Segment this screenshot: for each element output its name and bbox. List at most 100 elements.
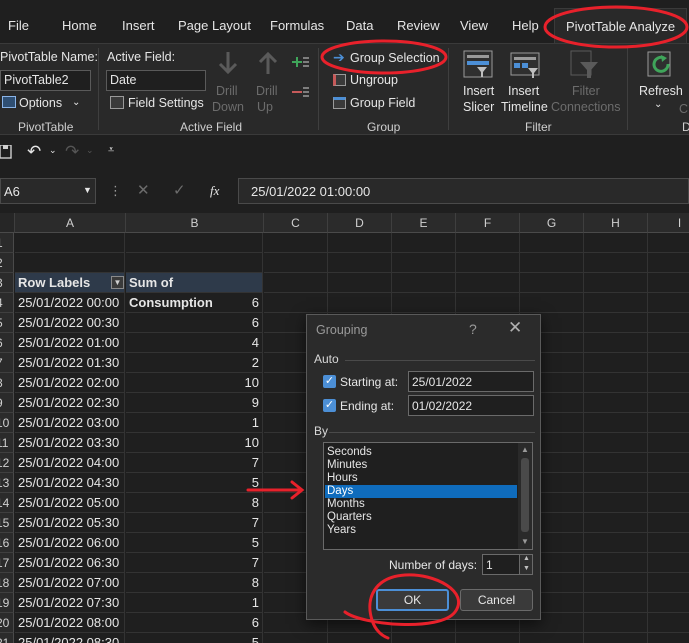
group-by-option-days[interactable]: Days: [325, 485, 517, 498]
row-header[interactable]: 1: [0, 233, 14, 253]
tab-file[interactable]: File: [8, 18, 29, 33]
pivot-row-value[interactable]: 6: [126, 313, 263, 333]
formula-input[interactable]: 25/01/2022 01:00:00: [238, 178, 689, 204]
tab-insert[interactable]: Insert: [122, 18, 155, 33]
pivot-row-value[interactable]: 8: [126, 493, 263, 513]
cell-empty[interactable]: [15, 233, 125, 253]
expand-field-icon[interactable]: [290, 54, 310, 70]
insert-timeline-label-1[interactable]: Insert: [508, 84, 539, 98]
row-header[interactable]: 7: [0, 353, 14, 373]
tab-data[interactable]: Data: [346, 18, 373, 33]
save-icon[interactable]: [0, 145, 12, 159]
row-header[interactable]: 8: [0, 373, 14, 393]
refresh-button[interactable]: Refresh: [639, 84, 683, 98]
pivot-row-label[interactable]: 25/01/2022 00:00: [15, 293, 125, 313]
row-header[interactable]: 14: [0, 493, 14, 513]
pivot-row-value[interactable]: 7: [126, 453, 263, 473]
pivot-header-sum-of-consumption[interactable]: Sum of Consumption: [126, 273, 263, 310]
collapse-field-icon[interactable]: [290, 84, 310, 100]
chevron-down-icon[interactable]: ⌄: [49, 145, 57, 156]
pivot-row-label[interactable]: 25/01/2022 06:30: [15, 553, 125, 573]
column-header-e[interactable]: E: [392, 213, 456, 233]
pivot-row-value[interactable]: 9: [126, 393, 263, 413]
spin-up-icon[interactable]: ▲: [523, 555, 530, 562]
column-header-a[interactable]: A: [15, 213, 126, 233]
chevron-down-icon[interactable]: ▼: [83, 185, 92, 195]
select-all-corner[interactable]: [0, 213, 15, 233]
active-field-input[interactable]: Date: [106, 70, 206, 91]
pivot-row-value[interactable]: 10: [126, 433, 263, 453]
row-header[interactable]: 6: [0, 333, 14, 353]
insert-function-icon[interactable]: fx: [210, 183, 219, 199]
pivot-row-value[interactable]: 4: [126, 333, 263, 353]
cancel-button[interactable]: Cancel: [460, 589, 533, 611]
tab-pivottable-analyze[interactable]: PivotTable Analyze: [554, 8, 688, 44]
pivot-row-label[interactable]: 25/01/2022 08:00: [15, 613, 125, 633]
options-button[interactable]: Options: [19, 96, 62, 110]
number-of-days-spinner[interactable]: ▲ ▼: [519, 554, 533, 575]
starting-at-checkbox[interactable]: ✓: [323, 375, 336, 388]
pivot-row-value[interactable]: 6: [126, 613, 263, 633]
pivot-row-value[interactable]: 7: [126, 553, 263, 573]
pivot-row-label[interactable]: 25/01/2022 06:00: [15, 533, 125, 553]
customize-toolbar-icon[interactable]: ⩡: [108, 144, 114, 157]
pivot-row-label[interactable]: 25/01/2022 05:00: [15, 493, 125, 513]
group-by-option-seconds[interactable]: Seconds: [325, 446, 517, 459]
group-by-option-months[interactable]: Months: [325, 498, 517, 511]
ok-button[interactable]: OK: [376, 589, 449, 611]
row-header[interactable]: 5: [0, 313, 14, 333]
column-header-f[interactable]: F: [456, 213, 520, 233]
pivot-row-value[interactable]: 6: [126, 293, 263, 313]
row-header[interactable]: 10: [0, 413, 14, 433]
column-header-b[interactable]: B: [126, 213, 264, 233]
pivot-row-value[interactable]: 7: [126, 513, 263, 533]
tab-formulas[interactable]: Formulas: [270, 18, 324, 33]
column-header-d[interactable]: D: [328, 213, 392, 233]
ungroup-button[interactable]: Ungroup: [350, 73, 398, 87]
group-by-option-years[interactable]: Years: [325, 524, 517, 537]
group-selection-button[interactable]: Group Selection: [350, 51, 440, 65]
row-header[interactable]: 9: [0, 393, 14, 413]
pivot-row-label[interactable]: 25/01/2022 02:00: [15, 373, 125, 393]
name-box[interactable]: A6: [0, 178, 96, 204]
column-header-h[interactable]: H: [584, 213, 648, 233]
spin-down-icon[interactable]: ▼: [523, 565, 530, 572]
row-header[interactable]: 15: [0, 513, 14, 533]
pivot-row-value[interactable]: 1: [126, 593, 263, 613]
group-by-listbox[interactable]: ▲ ▼ Seconds Minutes Hours Days Months Quarter…: [323, 442, 533, 550]
pivot-row-label[interactable]: 25/01/2022 07:30: [15, 593, 125, 613]
row-header[interactable]: 11: [0, 433, 14, 453]
pivot-row-label[interactable]: 25/01/2022 04:00: [15, 453, 125, 473]
pivot-row-label[interactable]: 25/01/2022 03:30: [15, 433, 125, 453]
help-icon[interactable]: ?: [469, 321, 477, 337]
tab-help[interactable]: Help: [512, 18, 539, 33]
row-header[interactable]: 18: [0, 573, 14, 593]
cell-empty[interactable]: [15, 253, 125, 273]
ending-at-checkbox[interactable]: ✓: [323, 399, 336, 412]
starting-at-input[interactable]: 25/01/2022: [408, 371, 534, 392]
column-header-g[interactable]: G: [520, 213, 584, 233]
pivot-row-label[interactable]: 25/01/2022 01:30: [15, 353, 125, 373]
chevron-down-icon[interactable]: ⌄: [654, 99, 662, 110]
pivot-row-label[interactable]: 25/01/2022 01:00: [15, 333, 125, 353]
pivot-row-label[interactable]: 25/01/2022 08:30: [15, 633, 125, 643]
pivot-row-label[interactable]: 25/01/2022 00:30: [15, 313, 125, 333]
undo-icon[interactable]: ↶: [27, 142, 41, 162]
row-header[interactable]: 4: [0, 293, 14, 313]
pivot-row-value[interactable]: 10: [126, 373, 263, 393]
pivot-row-value[interactable]: 5: [126, 533, 263, 553]
row-header[interactable]: 17: [0, 553, 14, 573]
scroll-thumb[interactable]: [521, 458, 529, 532]
row-header[interactable]: 19: [0, 593, 14, 613]
chevron-down-icon[interactable]: ⌄: [72, 97, 80, 108]
insert-timeline-label-2[interactable]: Timeline: [501, 100, 548, 114]
insert-slicer-label-1[interactable]: Insert: [463, 84, 494, 98]
pivot-row-value[interactable]: 5: [126, 473, 263, 493]
tab-view[interactable]: View: [460, 18, 488, 33]
row-header[interactable]: 21: [0, 633, 14, 643]
pivot-header-row-labels[interactable]: Row Labels: [15, 273, 125, 293]
column-header-i[interactable]: I: [648, 213, 689, 233]
row-header[interactable]: 16: [0, 533, 14, 553]
row-header[interactable]: 12: [0, 453, 14, 473]
tab-home[interactable]: Home: [62, 18, 97, 33]
